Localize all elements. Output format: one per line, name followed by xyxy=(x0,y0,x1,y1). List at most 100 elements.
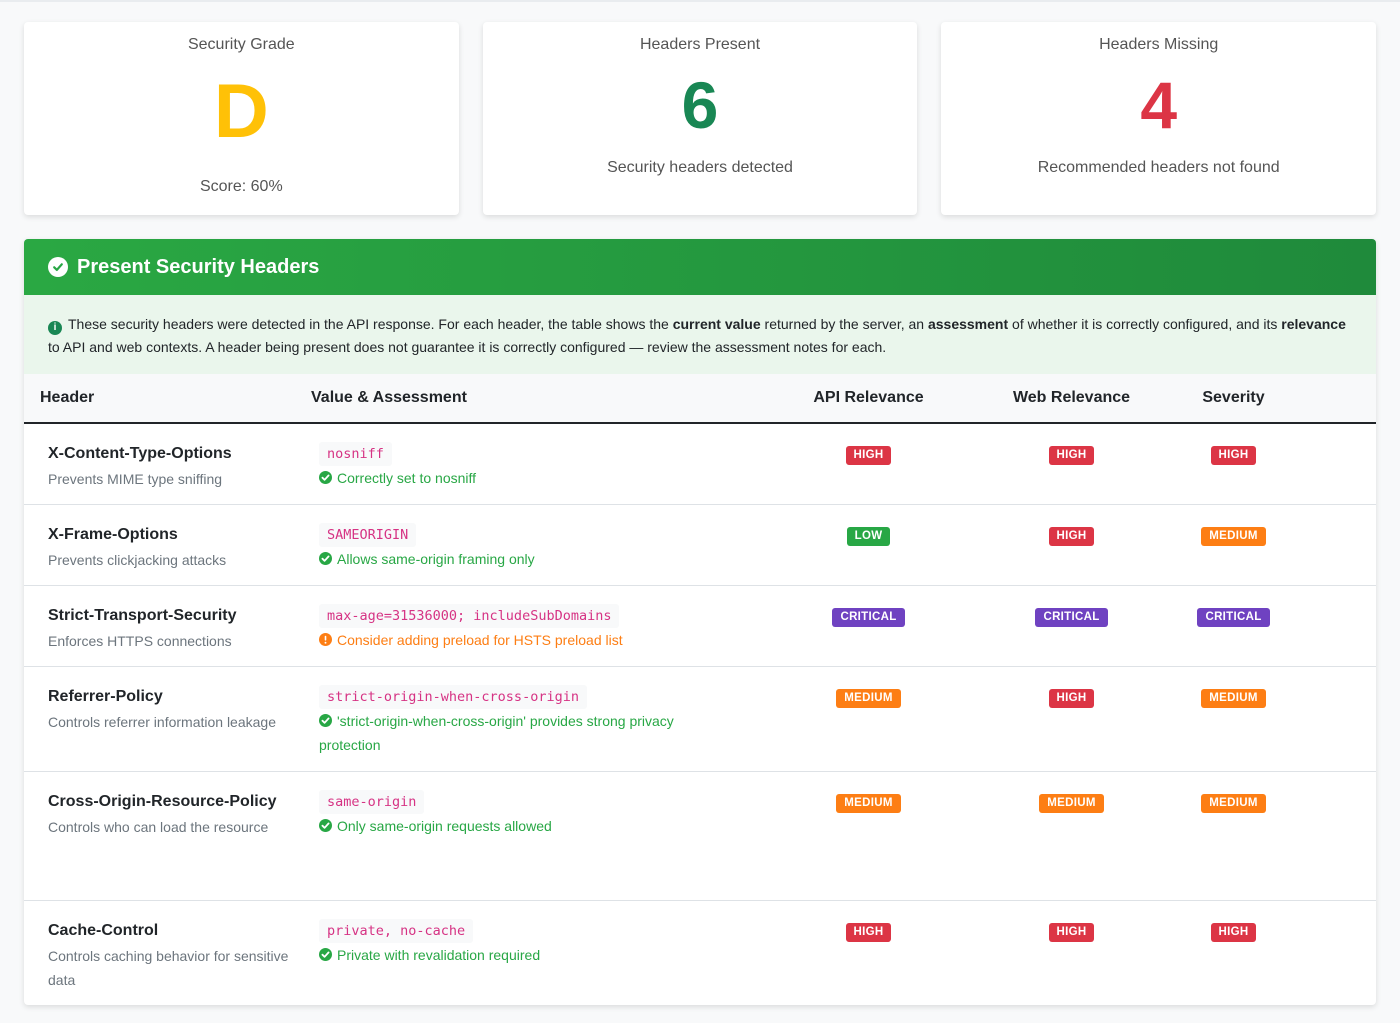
page: Security Grade D Score: 60% Headers Pres… xyxy=(0,0,1400,1023)
web-relevance-cell: MEDIUM xyxy=(972,771,1171,900)
check-circle-icon xyxy=(319,947,332,961)
severity-cell: MEDIUM xyxy=(1171,504,1296,585)
card-title: Security Grade xyxy=(187,36,295,53)
header-name: Cross-Origin-Resource-Policy xyxy=(48,792,277,810)
assessment-text: Correctly set to nosniff xyxy=(337,470,477,486)
api-relevance-badge: HIGH xyxy=(845,446,892,465)
info-bold: relevance xyxy=(1281,316,1346,332)
spacer-cell xyxy=(1296,666,1376,771)
check-circle-icon xyxy=(319,818,332,832)
severity-cell: HIGH xyxy=(1171,900,1296,1005)
api-relevance-badge: LOW xyxy=(846,526,891,546)
web-relevance-badge: HIGH xyxy=(1048,688,1095,708)
severity-badge: CRITICAL xyxy=(1197,607,1270,627)
info-text: These security headers were detected in … xyxy=(68,316,673,332)
card-subtitle: Recommended headers not found xyxy=(1037,159,1280,176)
security-score: Score: 60% xyxy=(199,178,283,195)
card-title: Headers Present xyxy=(639,36,761,53)
header-cell: Strict-Transport-Security Enforces HTTPS … xyxy=(24,585,295,666)
column-header[interactable]: API Relevance xyxy=(765,374,972,423)
value-cell: strict-origin-when-cross-origin 'strict-o… xyxy=(295,666,765,771)
spacer-cell xyxy=(1296,585,1376,666)
header-name: Referrer-Policy xyxy=(48,687,163,705)
assessment: 'strict-origin-when-cross-origin' provid… xyxy=(319,709,705,757)
info-icon: i xyxy=(48,321,62,335)
headers-table: Header Value & Assessment API Relevance … xyxy=(24,374,1376,1005)
web-relevance-cell: HIGH xyxy=(972,423,1171,504)
top-divider xyxy=(0,0,1400,2)
table-row: Cross-Origin-Resource-Policy Controls who… xyxy=(24,771,1376,900)
api-relevance-cell: MEDIUM xyxy=(765,771,972,900)
api-relevance-badge: MEDIUM xyxy=(836,688,901,708)
header-description: Controls referrer information leakage xyxy=(48,713,276,730)
header-description: Controls caching behavior for sensitive … xyxy=(48,947,289,988)
check-circle-icon xyxy=(319,713,332,727)
table-row: X-Content-Type-Options Prevents MIME type… xyxy=(24,423,1376,504)
card-subtitle: Security headers detected xyxy=(607,159,793,176)
assessment-text: 'strict-origin-when-cross-origin' provid… xyxy=(319,712,674,753)
spacer-cell xyxy=(1296,423,1376,504)
severity-badge: HIGH xyxy=(1210,446,1257,465)
severity-cell: HIGH xyxy=(1171,423,1296,504)
card-title: Headers Missing xyxy=(1099,36,1219,53)
web-relevance-badge: HIGH xyxy=(1048,922,1095,942)
security-grade-card: Security Grade D Score: 60% xyxy=(24,22,459,215)
severity-cell: CRITICAL xyxy=(1171,585,1296,666)
present-headers-panel: Present Security Headers i These security… xyxy=(24,239,1376,1005)
web-relevance-badge: MEDIUM xyxy=(1039,793,1104,813)
api-relevance-cell: HIGH xyxy=(765,900,972,1005)
column-header[interactable]: Severity xyxy=(1171,374,1296,423)
web-relevance-cell: HIGH xyxy=(972,504,1171,585)
spacer-cell xyxy=(1296,900,1376,1005)
info-text: of whether it is correctly configured, a… xyxy=(1008,316,1282,332)
column-spacer xyxy=(1296,374,1376,423)
table-body: X-Content-Type-Options Prevents MIME type… xyxy=(24,423,1376,1005)
severity-cell: MEDIUM xyxy=(1171,771,1296,900)
header-description: Controls who can load the resource xyxy=(48,818,269,835)
value-cell: private, no-cache Private with revalidati… xyxy=(295,900,765,1005)
info-bold: current value xyxy=(672,316,761,332)
column-header[interactable]: Value & Assessment xyxy=(295,374,765,423)
api-relevance-cell: MEDIUM xyxy=(765,666,972,771)
header-name: Cache-Control xyxy=(48,921,159,939)
severity-badge: MEDIUM xyxy=(1201,793,1266,813)
header-value: strict-origin-when-cross-origin xyxy=(319,684,587,709)
api-relevance-badge: CRITICAL xyxy=(832,607,905,627)
web-relevance-badge: HIGH xyxy=(1048,526,1095,546)
web-relevance-badge: HIGH xyxy=(1048,446,1095,465)
table-row: Cache-Control Controls caching behavior f… xyxy=(24,900,1376,1005)
header-value: same-origin xyxy=(319,789,425,814)
header-description: Enforces HTTPS connections xyxy=(48,632,232,649)
headers-present-count: 6 xyxy=(681,68,719,142)
web-relevance-cell: HIGH xyxy=(972,900,1171,1005)
assessment: Allows same-origin framing only xyxy=(319,547,705,571)
column-header[interactable]: Header xyxy=(24,374,295,423)
panel-title: Present Security Headers xyxy=(77,255,320,278)
api-relevance-cell: CRITICAL xyxy=(765,585,972,666)
web-relevance-cell: HIGH xyxy=(972,666,1171,771)
header-cell: Cross-Origin-Resource-Policy Controls who… xyxy=(24,771,295,900)
summary-cards: Security Grade D Score: 60% Headers Pres… xyxy=(24,22,1377,215)
info-bold: assessment xyxy=(927,316,1009,332)
column-header[interactable]: Web Relevance xyxy=(972,374,1171,423)
check-circle-icon xyxy=(319,551,332,565)
spacer-cell xyxy=(1296,504,1376,585)
api-relevance-cell: LOW xyxy=(765,504,972,585)
headers-missing-card: Headers Missing 4 Recommended headers no… xyxy=(941,22,1377,215)
header-value: nosniff xyxy=(319,442,392,466)
assessment: Private with revalidation required xyxy=(319,943,705,967)
assessment-text: Consider adding preload for HSTS preload… xyxy=(337,631,623,648)
assessment: Only same-origin requests allowed xyxy=(319,814,705,838)
info-text: returned by the server, an xyxy=(760,316,928,332)
header-name: Strict-Transport-Security xyxy=(48,606,237,624)
header-cell: Referrer-Policy Controls referrer informa… xyxy=(24,666,295,771)
value-cell: nosniff Correctly set to nosniff xyxy=(295,423,765,504)
api-relevance-badge: MEDIUM xyxy=(836,793,901,813)
header-description: Prevents MIME type sniffing xyxy=(48,471,223,487)
severity-badge: MEDIUM xyxy=(1201,688,1266,708)
web-relevance-badge: CRITICAL xyxy=(1035,607,1108,627)
assessment-text: Only same-origin requests allowed xyxy=(337,817,552,834)
severity-badge: HIGH xyxy=(1210,922,1257,942)
api-relevance-badge: HIGH xyxy=(845,922,892,942)
table-row: X-Frame-Options Prevents clickjacking att… xyxy=(24,504,1376,585)
